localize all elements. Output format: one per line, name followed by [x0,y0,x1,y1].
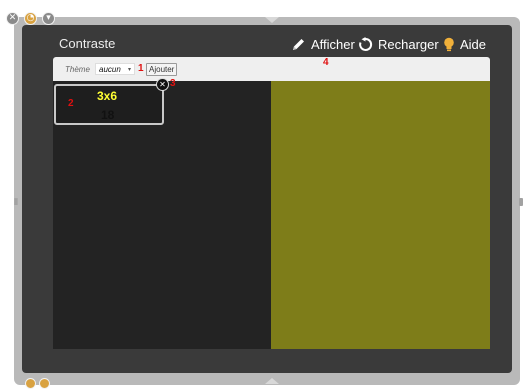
bottom-tool-icon-1[interactable] [25,378,36,389]
resize-handle-left-icon[interactable]: ⦀ [14,198,18,208]
recharger-label: Recharger [378,36,439,52]
theme-select-value: aucun [99,64,121,74]
reload-icon [358,36,373,52]
window-close-icon[interactable]: ✕ [6,12,19,25]
afficher-label: Afficher [311,36,355,52]
aide-label: Aide [460,36,487,52]
recharger-button[interactable]: Recharger [358,35,439,53]
annotation-marker: 3 [170,78,176,89]
bulb-icon [443,37,455,52]
card-value: 18 [101,108,115,122]
window-collapse-icon[interactable]: ▾ [42,12,55,25]
preview-right-panel[interactable] [271,81,490,349]
annotation-marker: 4 [323,57,329,68]
card-close-icon[interactable]: ✕ [156,78,169,91]
annotation-marker: 1 [138,63,144,74]
theme-select[interactable]: aucun ▾ [95,63,135,75]
theme-label: Thème [65,65,90,74]
chevron-down-icon: ▾ [127,66,131,73]
resize-handle-right-icon[interactable] [519,198,523,206]
annotation-marker: 2 [68,98,74,109]
bottom-tool-icon-2[interactable] [39,378,50,389]
card-title: 3x6 [97,89,118,103]
app-title: Contraste [59,36,116,51]
afficher-button[interactable]: Afficher [291,35,355,53]
frame-top-notch [265,17,279,23]
window-options-icon[interactable]: ◔ [24,12,37,25]
add-button[interactable]: Ajouter [146,63,178,76]
aide-button[interactable]: Aide [443,35,486,53]
pencil-icon [291,37,306,52]
frame-bottom-notch [265,378,279,384]
